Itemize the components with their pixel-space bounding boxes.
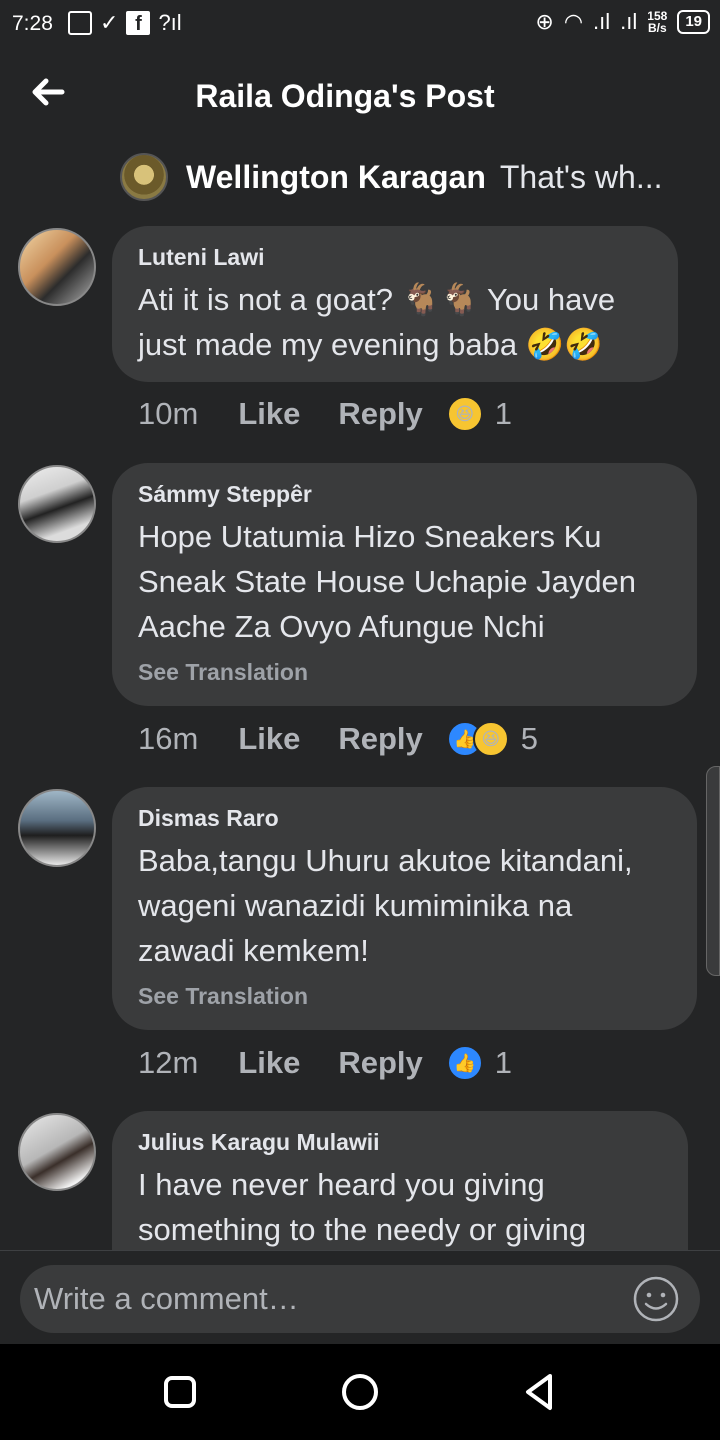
like-reaction-icon: 👍 [446,1045,483,1081]
status-time: 7:28 [12,12,53,35]
comment-author[interactable]: Luteni Lawi [138,244,652,271]
signal-icon-1: .ıl [593,9,611,34]
reply-button[interactable]: Reply [338,1045,422,1081]
speed-unit: B/s [647,21,667,35]
check-icon: ✓ [100,10,119,35]
comment-bubble[interactable]: Dismas Raro Baba,tangu Uhuru akutoe kita… [112,787,697,1030]
reply-author-name[interactable]: Wellington Karagan [186,159,486,196]
avatar[interactable] [18,789,96,867]
comment-bubble[interactable]: Luteni Lawi Ati it is not a goat? 🐐🐐 You… [112,226,678,382]
page-title: Raila Odinga's Post [195,78,495,114]
comment-actions: 10m Like Reply 😆 1 [138,396,512,432]
comment-author[interactable]: Julius Karagu Mulawii [138,1129,662,1156]
smiley-icon[interactable] [632,1275,680,1323]
comment-time[interactable]: 16m [138,721,198,757]
facebook-icon: f [126,11,151,35]
reaction-summary[interactable]: 😆 1 [446,396,513,432]
wifi-icon: ◠ [563,9,584,34]
comment-composer [20,1265,700,1333]
goat-emoji: 🐐 [401,282,441,317]
like-button[interactable]: Like [238,1045,300,1081]
avatar[interactable] [18,1113,96,1191]
rofl-emoji: 🤣 [525,327,565,362]
comment-time[interactable]: 10m [138,396,198,432]
reaction-count: 1 [494,396,513,431]
comment-bubble[interactable]: Julius Karagu Mulawii I have never heard… [112,1111,688,1250]
see-translation-link[interactable]: See Translation [138,983,671,1010]
haha-reaction-icon: 😆 [446,396,483,432]
signal-question-icon: ?ıl [158,10,182,35]
comment-item: Julius Karagu Mulawii I have never heard… [0,1111,720,1250]
home-icon[interactable] [338,1370,382,1414]
avatar[interactable] [18,465,96,543]
see-translation-link[interactable]: See Translation [138,659,671,686]
goat-emoji: 🐐 [440,282,479,317]
rofl-emoji: 🤣 [564,327,603,362]
comment-author[interactable]: Dismas Raro [138,805,671,832]
signal-icon-2: .ıl [620,9,638,34]
comment-bubble[interactable]: Sámmy Steppêr Hope Utatumia Hizo Sneaker… [112,463,697,706]
like-button[interactable]: Like [238,396,300,432]
comment-time[interactable]: 12m [138,1045,198,1081]
network-speed: 158 B/s [647,10,667,34]
comment-actions: 16m Like Reply 👍 😆 5 [138,721,538,757]
avatar[interactable] [18,228,96,306]
reply-preview-text: That's wh... [499,158,663,195]
reply-button[interactable]: Reply [338,721,422,757]
avatar[interactable] [120,153,168,201]
notification-icons: ✓ f ?ıl [68,11,182,35]
battery-indicator: 19 [677,10,710,34]
reaction-summary[interactable]: 👍 1 [446,1045,513,1081]
comment-composer-bar [0,1250,720,1344]
system-icons: ⊕ ◠ .ıl .ıl 158 B/s 19 [535,10,710,34]
back-nav-icon[interactable] [518,1370,562,1414]
header: Raila Odinga's Post [0,50,720,140]
comment-text: Hope Utatumia Hizo Sneakers Ku Sneak Sta… [138,519,637,644]
comment-actions: 12m Like Reply 👍 1 [138,1045,512,1081]
reply-button[interactable]: Reply [338,396,422,432]
like-button[interactable]: Like [238,721,300,757]
data-saver-icon: ⊕ [535,9,554,34]
comment-text: Baba,tangu Uhuru akutoe kitandani, wagen… [138,843,633,968]
reaction-summary[interactable]: 👍 😆 5 [446,721,539,757]
comment-text: I have never heard you giving something … [138,1167,587,1247]
comment-author[interactable]: Sámmy Steppêr [138,481,671,508]
recent-apps-icon[interactable] [158,1370,202,1414]
gallery-icon [68,11,92,35]
comment-input[interactable] [34,1275,624,1323]
scrollbar[interactable] [706,766,720,976]
comment-text: Ati it is not a goat? 🐐🐐 You have just m… [138,277,652,367]
status-bar: 7:28 ✓ f ?ıl ⊕ ◠ .ıl .ıl 158 B/s 19 [0,0,720,50]
reply-context[interactable]: Wellington Karagan That's wh... [120,152,662,202]
comment-text-part: Ati it is not a goat? [138,282,394,317]
haha-reaction-icon: 😆 [472,721,509,757]
reaction-count: 5 [520,721,539,756]
reaction-count: 1 [494,1045,513,1080]
system-navigation-bar [0,1344,720,1440]
